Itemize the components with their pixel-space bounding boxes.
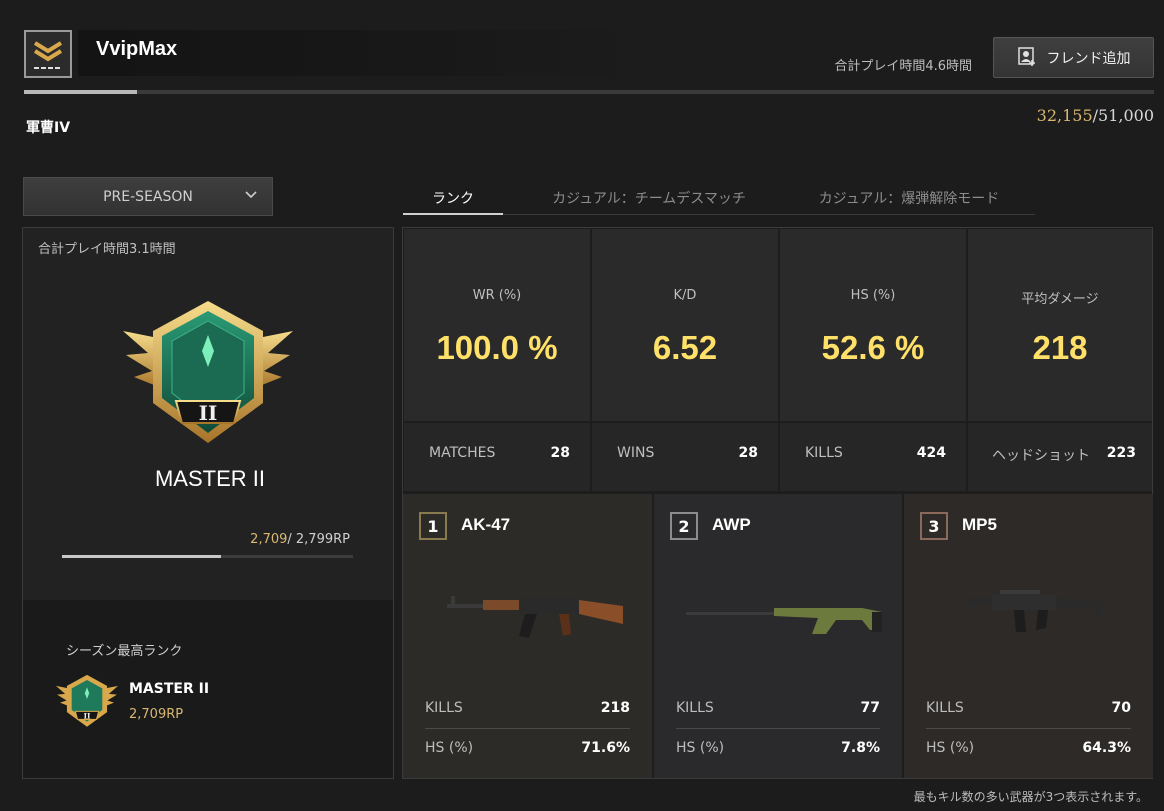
svg-text:II: II bbox=[199, 401, 218, 425]
count-label: ヘッドショット bbox=[992, 448, 1090, 464]
count-value: 28 bbox=[738, 445, 758, 461]
weapon-kills-label: KILLS bbox=[676, 700, 714, 716]
stat-cell-hs: HS (%) 52.6 % bbox=[780, 229, 966, 421]
best-tier-rp: 2,709RP bbox=[129, 707, 184, 722]
count-cell-kills: KILLS 424 bbox=[780, 423, 966, 491]
rp-readout: 2,709/ 2,799RP bbox=[150, 532, 350, 547]
count-value: 223 bbox=[1106, 445, 1136, 461]
footnote: 最もキル数の多い武器が3つ表示されます。 bbox=[913, 790, 1148, 804]
count-cell-headshots: ヘッドショット 223 bbox=[968, 423, 1152, 491]
best-tier-name: MASTER II bbox=[129, 681, 210, 697]
weapon-card-3: 3 MP5 KILLS 70 HS (%) 64.3% bbox=[904, 494, 1153, 778]
weapon-rank-badge: 2 bbox=[670, 512, 698, 540]
weapon-card-2: 2 AWP KILLS 77 HS (%) 7.8% bbox=[654, 494, 902, 778]
weapon-kills-value: 77 bbox=[860, 700, 880, 716]
chevron-down-icon bbox=[244, 188, 258, 206]
weapon-kills-value: 218 bbox=[600, 700, 630, 716]
rp-current: 2,709 bbox=[250, 532, 288, 547]
tab-casual-team-deathmatch[interactable]: カジュアル：チームデスマッチ bbox=[521, 182, 777, 215]
season-dropdown[interactable]: PRE-SEASON bbox=[23, 177, 273, 216]
xp-current: 32,155 bbox=[1036, 106, 1093, 125]
xp-total: /51,000 bbox=[1092, 106, 1154, 125]
player-name: VvipMax bbox=[96, 38, 178, 60]
season-play-time: 合計プレイ時間3.1時間 bbox=[38, 242, 176, 257]
weapon-kills-label: KILLS bbox=[425, 700, 463, 716]
rp-progress-fill bbox=[62, 555, 221, 558]
count-label: MATCHES bbox=[429, 445, 496, 461]
weapon-rank-badge: 3 bbox=[920, 512, 948, 540]
tab-rank[interactable]: ランク bbox=[403, 182, 503, 215]
weapon-rank-badge: 1 bbox=[419, 512, 447, 540]
count-label: KILLS bbox=[805, 445, 843, 461]
divider bbox=[926, 728, 1131, 729]
stat-value: 52.6 % bbox=[821, 329, 925, 366]
weapon-hs-value: 64.3% bbox=[1082, 740, 1131, 756]
stat-label: HS (%) bbox=[850, 288, 896, 303]
count-label: WINS bbox=[617, 445, 655, 461]
stat-cell-kd: K/D 6.52 bbox=[592, 229, 778, 421]
weapon-hs-label: HS (%) bbox=[676, 740, 725, 756]
add-friend-icon bbox=[1017, 46, 1037, 70]
stat-cell-avg-damage: 平均ダメージ 218 bbox=[968, 229, 1152, 421]
count-value: 28 bbox=[550, 445, 570, 461]
weapon-hs-value: 7.8% bbox=[841, 740, 880, 756]
add-friend-label: フレンド追加 bbox=[1046, 50, 1131, 67]
count-value: 424 bbox=[916, 445, 946, 461]
stat-value: 218 bbox=[1032, 329, 1088, 366]
divider bbox=[425, 728, 630, 729]
total-play-time: 合計プレイ時間4.6時間 bbox=[834, 59, 972, 74]
rp-total: / 2,799RP bbox=[287, 532, 350, 547]
weapon-name: MP5 bbox=[962, 515, 997, 534]
stat-value: 100.0 % bbox=[436, 329, 558, 366]
master-rank-emblem-icon: II bbox=[118, 293, 298, 463]
stat-value: 6.52 bbox=[652, 329, 718, 366]
add-friend-button[interactable]: フレンド追加 bbox=[993, 37, 1154, 78]
xp-progress-fill bbox=[24, 90, 137, 94]
season-selected: PRE-SEASON bbox=[103, 188, 193, 205]
rank-insignia-icon bbox=[24, 30, 72, 78]
count-cell-matches: MATCHES 28 bbox=[404, 423, 590, 491]
best-rank-emblem-icon: II bbox=[54, 672, 120, 734]
divider bbox=[676, 728, 880, 729]
weapon-hs-value: 71.6% bbox=[581, 740, 630, 756]
weapon-hs-label: HS (%) bbox=[926, 740, 975, 756]
weapon-kills-value: 70 bbox=[1111, 700, 1131, 716]
weapon-kills-label: KILLS bbox=[926, 700, 964, 716]
weapon-name: AWP bbox=[712, 515, 751, 534]
awp-sniper-icon bbox=[686, 594, 886, 648]
xp-readout: 32,155/51,000 bbox=[900, 106, 1154, 125]
rank-title: 軍曹IV bbox=[26, 120, 71, 136]
stat-label: WR (%) bbox=[472, 288, 522, 303]
svg-text:II: II bbox=[84, 711, 91, 720]
count-cell-wins: WINS 28 bbox=[592, 423, 778, 491]
ak47-rifle-icon bbox=[447, 590, 627, 654]
stat-cell-wr: WR (%) 100.0 % bbox=[404, 229, 590, 421]
season-best-rank-label: シーズン最高ランク bbox=[66, 644, 183, 659]
stat-label: K/D bbox=[673, 288, 697, 303]
mp5-smg-icon bbox=[966, 588, 1106, 652]
weapon-hs-label: HS (%) bbox=[425, 740, 474, 756]
xp-progress-track bbox=[24, 90, 1154, 94]
weapon-card-1: 1 AK-47 KILLS 218 HS (%) 71.6% bbox=[403, 494, 652, 778]
stat-label: 平均ダメージ bbox=[1021, 292, 1099, 307]
current-tier-name: MASTER II bbox=[154, 466, 265, 491]
weapon-name: AK-47 bbox=[461, 515, 511, 534]
tab-casual-bomb-defusal[interactable]: カジュアル：爆弾解除モード bbox=[795, 182, 1023, 215]
mode-tabs: ランク カジュアル：チームデスマッチ カジュアル：爆弾解除モード bbox=[403, 182, 1035, 215]
